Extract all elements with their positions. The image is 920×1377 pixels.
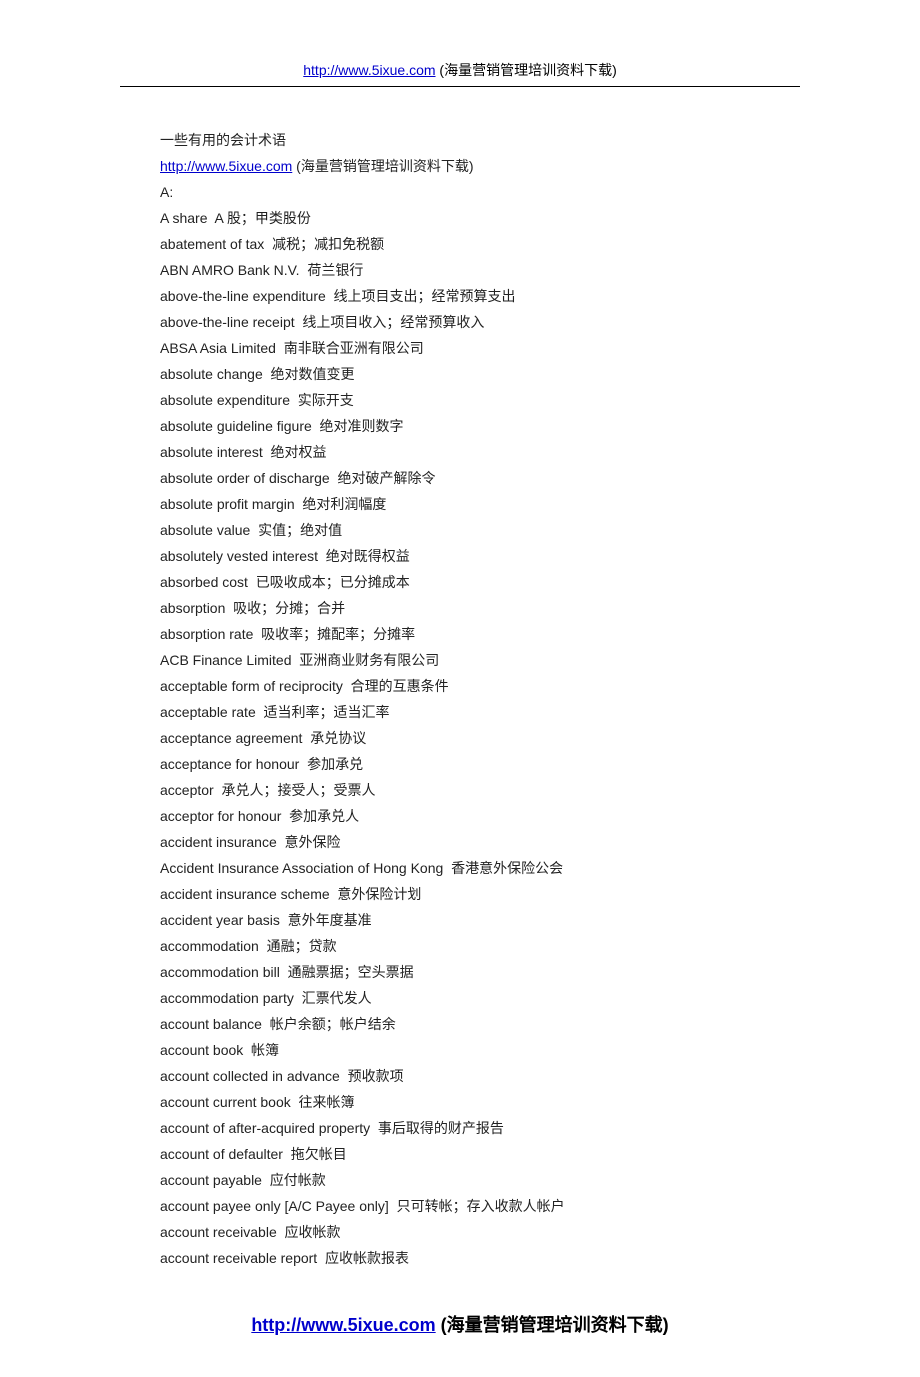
glossary-entry: A share A 股；甲类股份 xyxy=(160,205,920,231)
page-header: http://www.5ixue.com (海量营销管理培训资料下载) xyxy=(120,60,800,87)
glossary-entry: accident year basis 意外年度基准 xyxy=(160,907,920,933)
glossary-entry: abatement of tax 减税；减扣免税额 xyxy=(160,231,920,257)
glossary-entry: account payable 应付帐款 xyxy=(160,1167,920,1193)
glossary-entry: accommodation party 汇票代发人 xyxy=(160,985,920,1011)
glossary-entry: acceptor 承兑人；接受人；受票人 xyxy=(160,777,920,803)
glossary-entry: ACB Finance Limited 亚洲商业财务有限公司 xyxy=(160,647,920,673)
glossary-entry: accident insurance scheme 意外保险计划 xyxy=(160,881,920,907)
header-link[interactable]: http://www.5ixue.com xyxy=(303,62,435,78)
glossary-entry: acceptor for honour 参加承兑人 xyxy=(160,803,920,829)
glossary-entry: acceptable rate 适当利率；适当汇率 xyxy=(160,699,920,725)
glossary-list: A share A 股；甲类股份abatement of tax 减税；减扣免税… xyxy=(160,205,920,1271)
glossary-entry: absolute interest 绝对权益 xyxy=(160,439,920,465)
glossary-entry: Accident Insurance Association of Hong K… xyxy=(160,855,920,881)
glossary-entry: account receivable 应收帐款 xyxy=(160,1219,920,1245)
document-title: 一些有用的会计术语 xyxy=(160,127,920,153)
glossary-entry: accommodation bill 通融票据；空头票据 xyxy=(160,959,920,985)
glossary-entry: absolute profit margin 绝对利润幅度 xyxy=(160,491,920,517)
glossary-entry: above-the-line receipt 线上项目收入；经常预算收入 xyxy=(160,309,920,335)
source-suffix: (海量营销管理培训资料下载) xyxy=(292,158,473,174)
section-heading: A: xyxy=(160,179,920,205)
header-suffix: (海量营销管理培训资料下载) xyxy=(436,62,617,78)
glossary-entry: account of after-acquired property 事后取得的… xyxy=(160,1115,920,1141)
source-line: http://www.5ixue.com (海量营销管理培训资料下载) xyxy=(160,153,920,179)
glossary-entry: account book 帐簿 xyxy=(160,1037,920,1063)
glossary-entry: absolute order of discharge 绝对破产解除令 xyxy=(160,465,920,491)
glossary-entry: account collected in advance 预收款项 xyxy=(160,1063,920,1089)
glossary-entry: absolute change 绝对数值变更 xyxy=(160,361,920,387)
glossary-entry: absolute value 实值；绝对值 xyxy=(160,517,920,543)
glossary-entry: acceptable form of reciprocity 合理的互惠条件 xyxy=(160,673,920,699)
glossary-entry: absolutely vested interest 绝对既得权益 xyxy=(160,543,920,569)
page-footer: http://www.5ixue.com (海量营销管理培训资料下载) xyxy=(0,1311,920,1337)
glossary-entry: absolute guideline figure 绝对准则数字 xyxy=(160,413,920,439)
glossary-entry: account of defaulter 拖欠帐目 xyxy=(160,1141,920,1167)
glossary-entry: acceptance for honour 参加承兑 xyxy=(160,751,920,777)
glossary-entry: absolute expenditure 实际开支 xyxy=(160,387,920,413)
glossary-entry: ABSA Asia Limited 南非联合亚洲有限公司 xyxy=(160,335,920,361)
glossary-entry: ABN AMRO Bank N.V. 荷兰银行 xyxy=(160,257,920,283)
document-content: 一些有用的会计术语 http://www.5ixue.com (海量营销管理培训… xyxy=(160,127,920,1271)
glossary-entry: accident insurance 意外保险 xyxy=(160,829,920,855)
glossary-entry: account payee only [A/C Payee only] 只可转帐… xyxy=(160,1193,920,1219)
footer-suffix: (海量营销管理培训资料下载) xyxy=(436,1315,669,1335)
glossary-entry: absorption rate 吸收率；摊配率；分摊率 xyxy=(160,621,920,647)
glossary-entry: absorbed cost 已吸收成本；已分摊成本 xyxy=(160,569,920,595)
document-page: http://www.5ixue.com (海量营销管理培训资料下载) 一些有用… xyxy=(0,0,920,1377)
source-link[interactable]: http://www.5ixue.com xyxy=(160,158,292,174)
glossary-entry: account balance 帐户余额；帐户结余 xyxy=(160,1011,920,1037)
glossary-entry: account current book 往来帐簿 xyxy=(160,1089,920,1115)
footer-link[interactable]: http://www.5ixue.com xyxy=(251,1315,435,1335)
glossary-entry: acceptance agreement 承兑协议 xyxy=(160,725,920,751)
glossary-entry: absorption 吸收；分摊；合并 xyxy=(160,595,920,621)
glossary-entry: accommodation 通融；贷款 xyxy=(160,933,920,959)
glossary-entry: account receivable report 应收帐款报表 xyxy=(160,1245,920,1271)
glossary-entry: above-the-line expenditure 线上项目支出；经常预算支出 xyxy=(160,283,920,309)
